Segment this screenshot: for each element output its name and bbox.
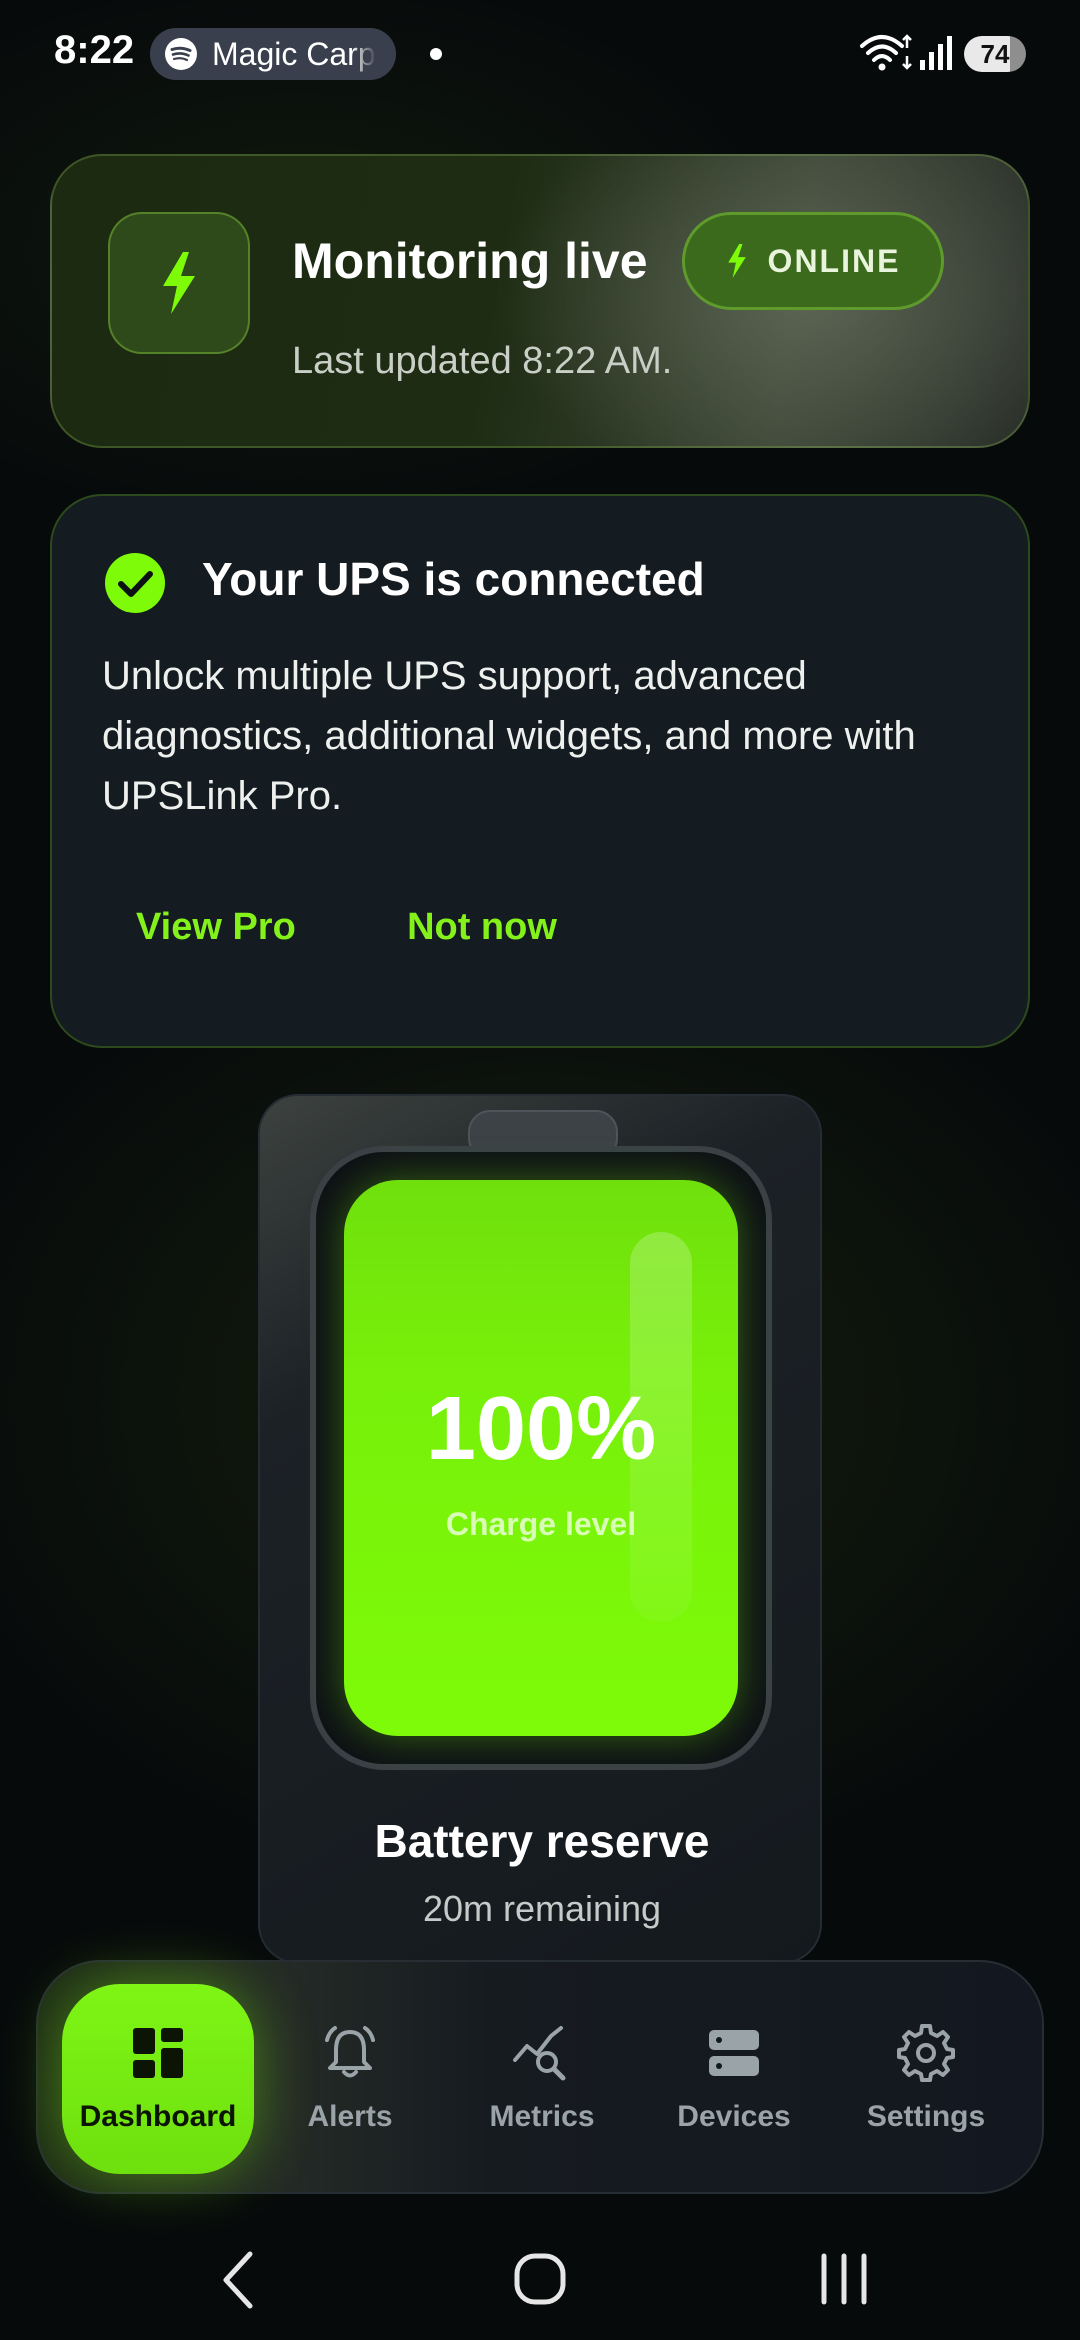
nav-label: Alerts [307,2100,393,2133]
battery-status: 74 [964,36,1026,72]
charge-level-label: Charge level [445,1506,637,1542]
battery-reserve-card: 100% Charge level Battery reserve 20m re… [258,1094,822,1964]
nav-label: Settings [866,2100,986,2133]
nav-devices[interactable]: Devices [638,1984,830,2174]
monitoring-card: Monitoring live Last updated 8:22 AM. ON… [50,154,1030,448]
bell-icon [325,2026,375,2078]
nav-dashboard[interactable]: Dashboard [62,1984,254,2174]
online-status-badge: ONLINE [682,212,944,310]
power-tile [108,212,250,354]
dashboard-icon [133,2028,183,2078]
last-updated-text: Last updated 8:22 AM. [292,340,673,382]
charge-percent: 100% [425,1379,657,1479]
battery-reserve-title: Battery reserve [374,1815,710,1867]
status-time: 8:22 [54,28,135,72]
media-app-label: Magic Carp [212,35,376,72]
media-notification-pill[interactable]: Magic Carp [150,28,396,80]
nav-label: Devices [677,2100,791,2133]
wifi-icon [860,34,912,71]
bolt-icon [163,252,195,314]
promo-body: Unlock multiple UPS support, advanced di… [102,654,916,818]
monitor-title: Monitoring live [292,233,648,289]
view-pro-button[interactable]: View Pro [52,892,372,962]
pro-upsell-card: Your UPS is connected Unlock multiple UP… [50,494,1030,1048]
devices-icon [709,2030,759,2076]
bottom-navigation: Dashboard Alerts Metrics Devices Setting… [36,1960,1044,2194]
nav-alerts[interactable]: Alerts [254,1984,446,2174]
status-bar: 8:22 Magic Carp 74 [0,0,1080,110]
notification-dot [430,48,442,60]
spotify-icon [165,38,197,70]
gear-icon [897,2024,955,2082]
battery-fill: 100% Charge level [344,1180,738,1736]
nav-label: Metrics [489,2100,595,2133]
back-icon[interactable] [200,2240,280,2320]
online-label: ONLINE [767,242,901,279]
home-icon[interactable] [500,2240,580,2320]
bolt-icon [727,244,746,278]
check-circle-icon [105,553,165,613]
nav-settings[interactable]: Settings [830,1984,1022,2174]
battery-gauge: 100% Charge level [310,1146,772,1770]
recent-apps-icon[interactable] [804,2240,884,2320]
time-remaining-text: 20m remaining [422,1888,662,1929]
metrics-icon [513,2026,566,2081]
cell-signal-icon [920,36,952,70]
nav-label: Dashboard [79,2100,237,2133]
promo-title: Your UPS is connected [202,553,705,605]
system-navigation-bar [0,2220,1080,2340]
not-now-button[interactable]: Not now [352,892,612,962]
nav-metrics[interactable]: Metrics [446,1984,638,2174]
